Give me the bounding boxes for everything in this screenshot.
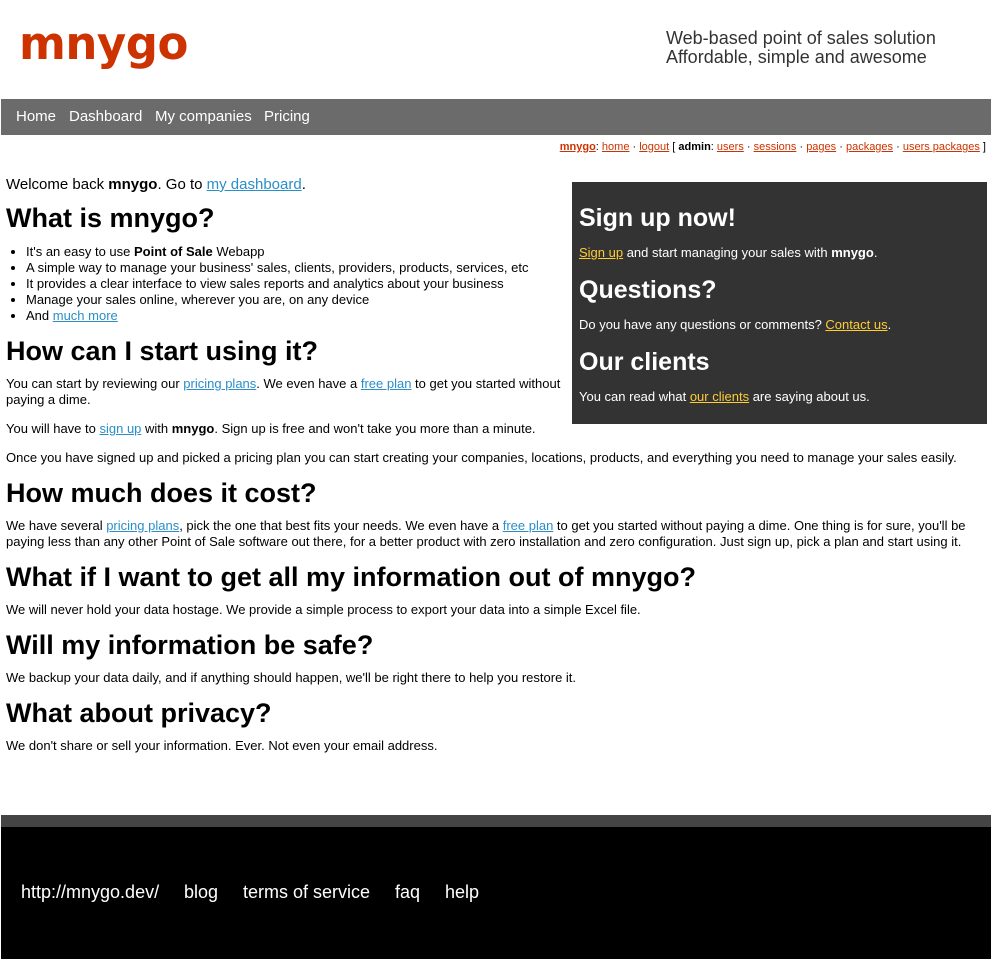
free-plan-link-2[interactable]: free plan	[503, 518, 554, 533]
contact-us-link[interactable]: Contact us	[825, 317, 887, 332]
clients-pre: You can read what	[579, 389, 690, 404]
nav-pricing[interactable]: Pricing	[264, 108, 310, 126]
start-p1-mid: . We even have a	[256, 376, 361, 391]
bullet-5-pre: And	[26, 308, 53, 323]
my-dashboard-link[interactable]: my dashboard	[207, 176, 302, 193]
cost-p-mid: , pick the one that best fits your needs…	[179, 518, 503, 533]
heading-safe: Will my information be safe?	[6, 630, 374, 660]
start-p2-pre: You will have to	[6, 421, 100, 436]
questions-pre: Do you have any questions or comments?	[579, 317, 826, 332]
questions-post: .	[887, 317, 892, 332]
clients-post: are saying about us.	[749, 389, 870, 404]
start-p2-post: . Sign up is free and won't take you mor…	[214, 421, 536, 436]
welcome-middle: . Go to	[157, 176, 207, 193]
admin-label: admin	[678, 141, 711, 153]
footer-terms-link[interactable]: terms of service	[243, 882, 370, 902]
nav-dashboard[interactable]: Dashboard	[69, 108, 142, 126]
admin-users-packages-link[interactable]: users packages	[903, 141, 980, 153]
admin-user-link[interactable]: mnygo	[560, 141, 596, 153]
welcome-prefix: Welcome back	[6, 176, 109, 193]
welcome-suffix: .	[301, 176, 306, 193]
free-plan-link[interactable]: free plan	[361, 376, 412, 391]
pricing-plans-link-2[interactable]: pricing plans	[106, 518, 179, 533]
list-item: It provides a clear interface to view sa…	[26, 276, 528, 292]
tagline-line-2: Affordable, simple and awesome	[666, 47, 927, 67]
clients-text: You can read what our clients are saying…	[579, 389, 870, 405]
nav-home[interactable]: Home	[16, 108, 56, 126]
bullet-1-bold: Point of Sale	[134, 244, 213, 259]
tagline-line-1: Web-based point of sales solution	[666, 28, 936, 48]
list-item: A simple way to manage your business' sa…	[26, 260, 528, 276]
heading-export: What if I want to get all my information…	[6, 562, 696, 592]
signup-bold: mnygo	[831, 245, 874, 260]
our-clients-link[interactable]: our clients	[690, 389, 749, 404]
header: mnygo Web-based point of sales solution …	[0, 0, 992, 99]
list-item: And much more	[26, 308, 528, 324]
cost-p-pre: We have several	[6, 518, 107, 533]
sidebar-sign-up-link[interactable]: Sign up	[579, 245, 623, 260]
admin-sessions-link[interactable]: sessions	[754, 141, 797, 153]
footer-blog-link[interactable]: blog	[184, 882, 218, 902]
start-paragraph-1: You can start by reviewing our pricing p…	[6, 376, 571, 408]
feature-list: It's an easy to use Point of Sale Webapp…	[6, 244, 528, 324]
welcome-user: mnygo	[108, 176, 158, 193]
privacy-paragraph: We don't share or sell your information.…	[6, 738, 438, 753]
start-p2-bold: mnygo	[171, 421, 215, 436]
admin-home-link[interactable]: home	[602, 141, 630, 153]
admin-packages-link[interactable]: packages	[846, 141, 893, 153]
sidebar: Sign up now! Sign up and start managing …	[572, 182, 987, 424]
nav-my-companies[interactable]: My companies	[155, 108, 252, 126]
start-paragraph-2: You will have to sign up with mnygo. Sig…	[6, 421, 536, 437]
signup-mid: and start managing your sales with	[623, 245, 832, 260]
list-item: It's an easy to use Point of Sale Webapp	[26, 244, 528, 260]
pricing-plans-link[interactable]: pricing plans	[183, 376, 256, 391]
much-more-link[interactable]: much more	[53, 308, 118, 323]
footer: http://mnygo.dev/ blog terms of service …	[1, 827, 991, 959]
footer-site-link[interactable]: http://mnygo.dev/	[21, 882, 159, 902]
signup-text: Sign up and start managing your sales wi…	[579, 245, 877, 261]
welcome-message: Welcome back mnygo. Go to my dashboard.	[6, 176, 306, 194]
questions-text: Do you have any questions or comments? C…	[579, 317, 891, 333]
heading-what-is: What is mnygo?	[6, 203, 215, 233]
cost-paragraph: We have several pricing plans, pick the …	[6, 518, 984, 550]
main-nav: Home Dashboard My companies Pricing	[1, 99, 991, 135]
heading-cost: How much does it cost?	[6, 478, 317, 508]
logo-link[interactable]: mnygo	[19, 19, 188, 69]
footer-help-link[interactable]: help	[445, 882, 479, 902]
clients-title: Our clients	[579, 348, 710, 376]
bullet-1-post: Webapp	[212, 244, 265, 259]
sign-up-link[interactable]: sign up	[99, 421, 141, 436]
admin-users-link[interactable]: users	[717, 141, 744, 153]
start-p2-mid: with	[141, 421, 172, 436]
list-item: Manage your sales online, wherever you a…	[26, 292, 528, 308]
bullet-1-pre: It's an easy to use	[26, 244, 134, 259]
questions-title: Questions?	[579, 276, 717, 304]
footer-divider	[1, 815, 991, 827]
signup-post: .	[873, 245, 878, 260]
export-paragraph: We will never hold your data hostage. We…	[6, 602, 641, 617]
tagline: Web-based point of sales solution Afford…	[666, 29, 936, 67]
safe-paragraph: We backup your data daily, and if anythi…	[6, 670, 577, 685]
admin-logout-link[interactable]: logout	[639, 141, 669, 153]
footer-faq-link[interactable]: faq	[395, 882, 420, 902]
start-paragraph-3: Once you have signed up and picked a pri…	[6, 450, 957, 465]
admin-pages-link[interactable]: pages	[806, 141, 836, 153]
heading-privacy: What about privacy?	[6, 698, 272, 728]
admin-bar: mnygo: home · logout [ admin: users · se…	[559, 141, 986, 153]
signup-title: Sign up now!	[579, 204, 736, 232]
heading-start: How can I start using it?	[6, 336, 319, 366]
start-p1-pre: You can start by reviewing our	[6, 376, 184, 391]
